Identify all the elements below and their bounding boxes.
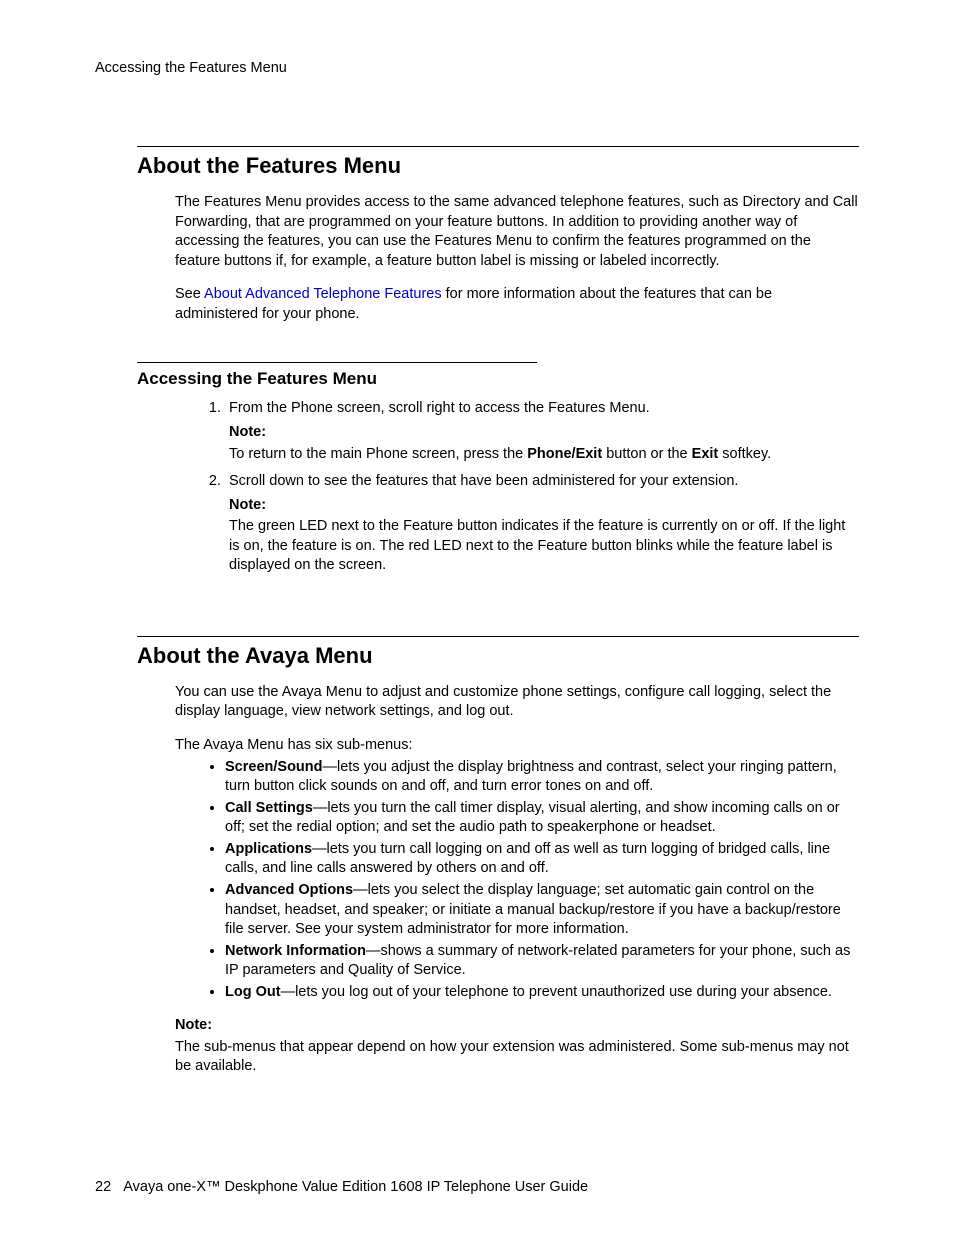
- paragraph: You can use the Avaya Menu to adjust and…: [175, 683, 859, 722]
- text: To return to the main Phone screen, pres…: [229, 446, 527, 462]
- section-body: You can use the Avaya Menu to adjust and…: [175, 683, 859, 1077]
- section-features-menu: About the Features Menu The Features Men…: [95, 146, 859, 576]
- submenu-name: Screen/Sound: [225, 759, 323, 775]
- subsection-body: From the Phone screen, scroll right to a…: [175, 399, 859, 576]
- paragraph: The Avaya Menu has six sub-menus:: [175, 736, 859, 756]
- running-header: Accessing the Features Menu: [95, 60, 859, 76]
- note-label: Note:: [229, 496, 859, 516]
- list-item: Log Out—lets you log out of your telepho…: [225, 983, 859, 1003]
- submenu-desc: —lets you turn call logging on and off a…: [225, 841, 830, 877]
- subsection-rule: [137, 362, 537, 363]
- section-heading: About the Features Menu: [137, 153, 859, 179]
- submenu-name: Advanced Options: [225, 882, 353, 898]
- list-item: Scroll down to see the features that hav…: [225, 472, 859, 576]
- list-item: Applications—lets you turn call logging …: [225, 840, 859, 879]
- step-text: From the Phone screen, scroll right to a…: [229, 400, 650, 416]
- bold-text: Exit: [692, 446, 719, 462]
- list-item: Call Settings—lets you turn the call tim…: [225, 799, 859, 838]
- submenu-name: Log Out: [225, 984, 281, 1000]
- paragraph: See About Advanced Telephone Features fo…: [175, 285, 859, 324]
- subsection-heading: Accessing the Features Menu: [137, 369, 859, 389]
- step-text: Scroll down to see the features that hav…: [229, 473, 738, 489]
- submenu-list: Screen/Sound—lets you adjust the display…: [175, 758, 859, 1003]
- submenu-name: Applications: [225, 841, 312, 857]
- list-item: Network Information—shows a summary of n…: [225, 942, 859, 981]
- footer-title: Avaya one-X™ Deskphone Value Edition 160…: [123, 1179, 588, 1195]
- section-rule: [137, 146, 859, 147]
- note-text: To return to the main Phone screen, pres…: [229, 445, 859, 465]
- page-footer: 22 Avaya one-X™ Deskphone Value Edition …: [95, 1179, 588, 1195]
- list-item: Advanced Options—lets you select the dis…: [225, 881, 859, 940]
- list-item: Screen/Sound—lets you adjust the display…: [225, 758, 859, 797]
- text: See: [175, 286, 204, 302]
- section-rule: [137, 636, 859, 637]
- submenu-desc: —lets you log out of your telephone to p…: [281, 984, 832, 1000]
- text: softkey.: [718, 446, 771, 462]
- text: button or the: [602, 446, 691, 462]
- submenu-desc: —lets you turn the call timer display, v…: [225, 800, 840, 836]
- note-text: The sub-menus that appear depend on how …: [175, 1038, 859, 1077]
- list-item: From the Phone screen, scroll right to a…: [225, 399, 859, 464]
- bold-text: Phone/Exit: [527, 446, 602, 462]
- note-text: The green LED next to the Feature button…: [229, 517, 859, 576]
- section-heading: About the Avaya Menu: [137, 643, 859, 669]
- submenu-name: Network Information: [225, 943, 366, 959]
- document-page: Accessing the Features Menu About the Fe…: [0, 0, 954, 1235]
- link-advanced-features[interactable]: About Advanced Telephone Features: [204, 286, 442, 302]
- note-label: Note:: [175, 1016, 859, 1036]
- paragraph: The Features Menu provides access to the…: [175, 193, 859, 271]
- section-avaya-menu: About the Avaya Menu You can use the Ava…: [95, 636, 859, 1077]
- section-body: The Features Menu provides access to the…: [175, 193, 859, 324]
- note-label: Note:: [229, 423, 859, 443]
- page-number: 22: [95, 1179, 111, 1195]
- submenu-name: Call Settings: [225, 800, 313, 816]
- steps-list: From the Phone screen, scroll right to a…: [175, 399, 859, 576]
